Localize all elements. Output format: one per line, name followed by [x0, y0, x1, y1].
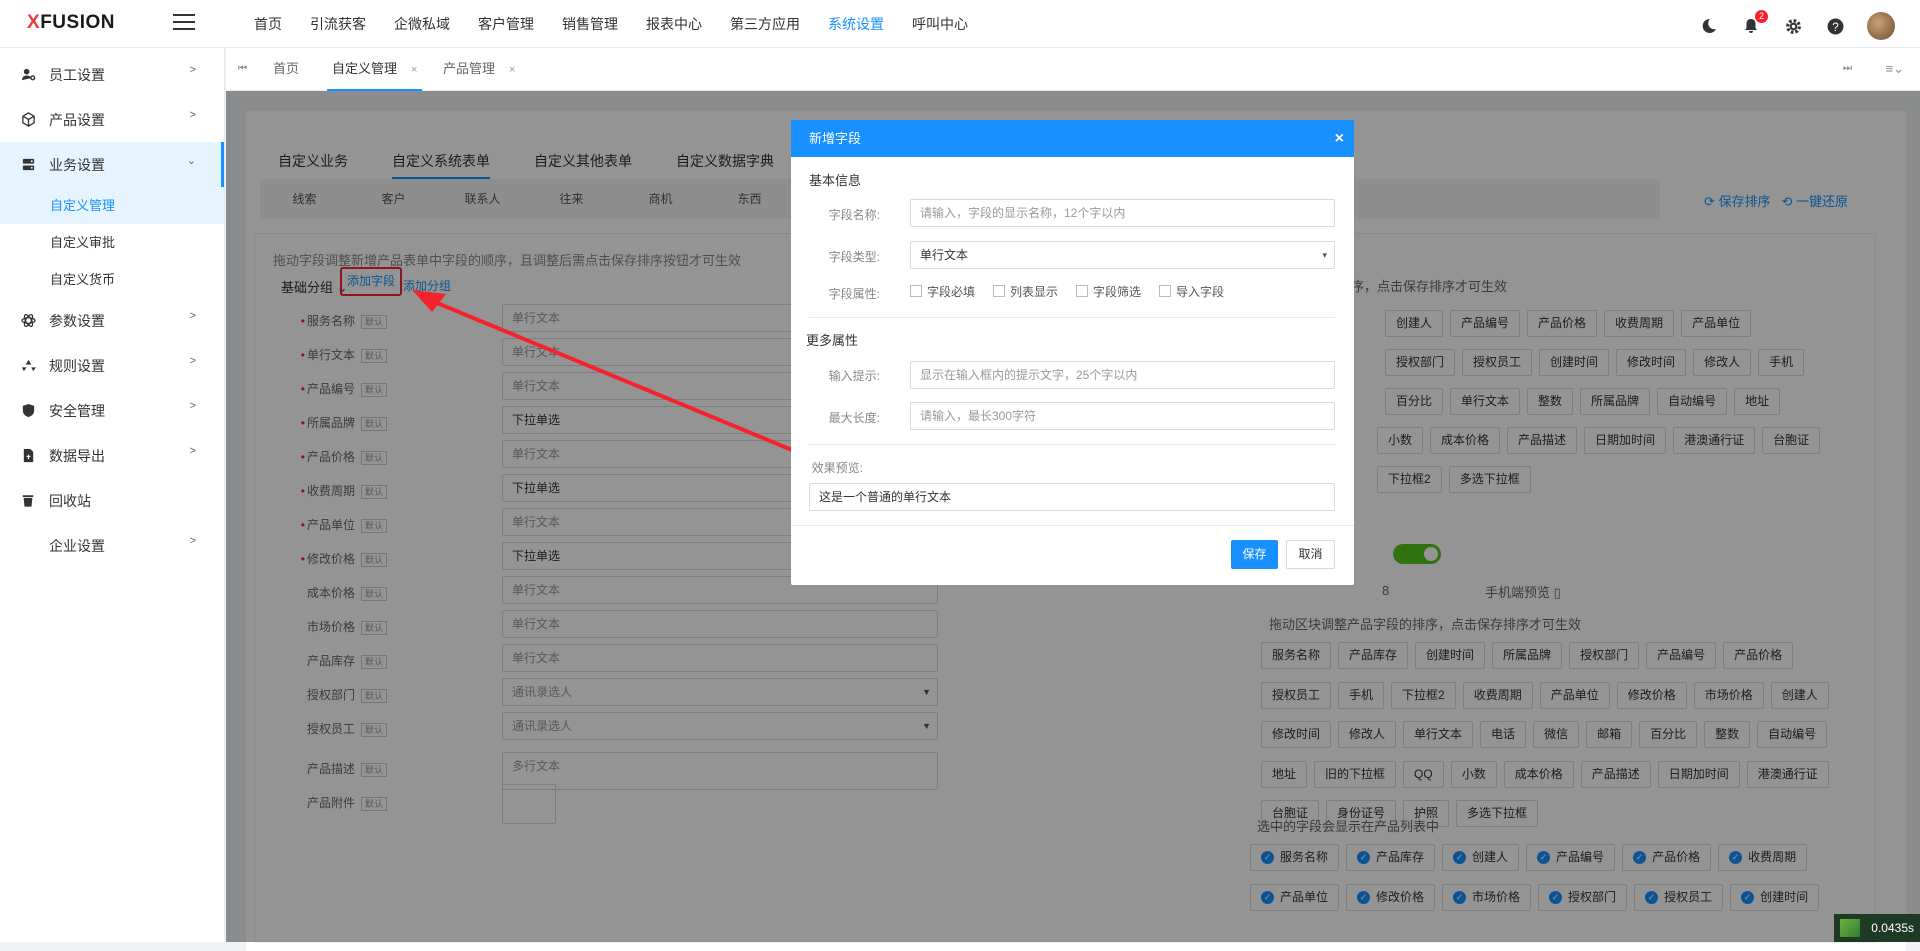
field-name-label: 字段名称: [825, 206, 880, 223]
preview-label: 效果预览: [791, 459, 863, 476]
input-tip-label: 输入提示: [825, 367, 880, 384]
checkbox-list-display[interactable]: 列表显示 [993, 283, 1058, 300]
field-name-input[interactable]: 请输入，字段的显示名称，12个字以内 [910, 199, 1335, 227]
add-field-modal: 新增字段 × 基本信息 字段名称: 请输入，字段的显示名称，12个字以内 字段类型… [791, 120, 1354, 585]
preview-box: 这是一个普通的单行文本 [809, 483, 1335, 511]
caret-down-icon: ▾ [1322, 242, 1327, 268]
field-type-select[interactable]: 单行文本▾ [910, 241, 1335, 269]
cancel-button[interactable]: 取消 [1286, 540, 1335, 569]
modal-header: 新增字段 × [791, 120, 1354, 157]
modal-title: 新增字段 [809, 131, 861, 146]
field-attr-label: 字段属性: [825, 285, 880, 302]
save-button[interactable]: 保存 [1231, 540, 1278, 569]
section-more-attrs: 更多属性 [806, 330, 858, 349]
divider [791, 525, 1354, 526]
checkbox-import[interactable]: 导入字段 [1159, 283, 1224, 300]
render-timer: 0.0435s [1834, 914, 1920, 942]
max-length-label: 最大长度: [825, 409, 880, 426]
checkbox-filter[interactable]: 字段筛选 [1076, 283, 1141, 300]
section-basic-info: 基本信息 [809, 170, 861, 189]
divider [809, 317, 1335, 318]
checkbox-required[interactable]: 字段必填 [910, 283, 975, 300]
max-length-input[interactable]: 请输入，最长300字符 [910, 402, 1335, 430]
field-attr-checkboxes: 字段必填 列表显示 字段筛选 导入字段 [910, 283, 1224, 300]
close-icon[interactable]: × [1335, 120, 1344, 157]
divider [809, 444, 1335, 445]
input-tip-field[interactable]: 显示在输入框内的提示文字，25个字以内 [910, 361, 1335, 389]
field-type-label: 字段类型: [825, 248, 880, 265]
